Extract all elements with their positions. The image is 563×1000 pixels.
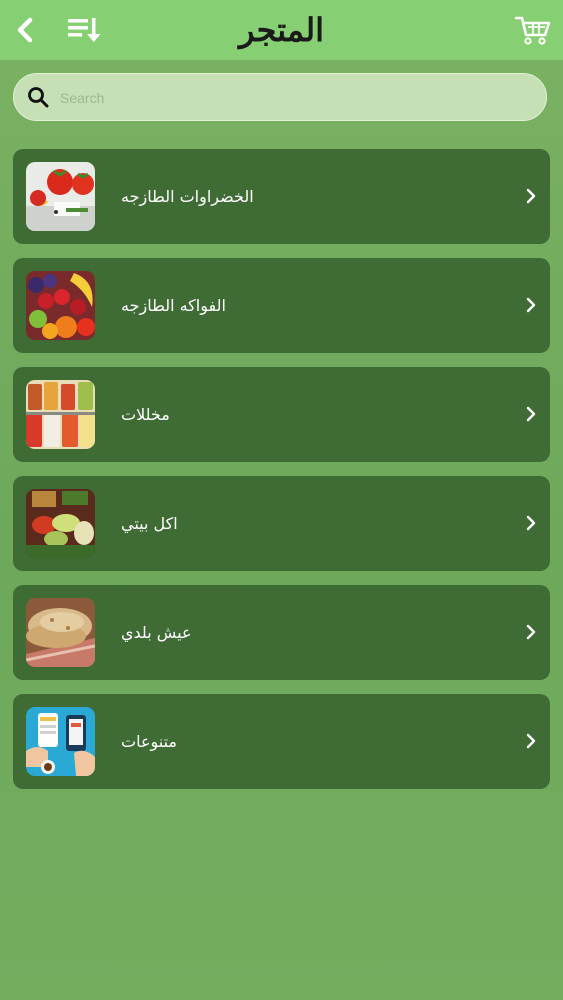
category-label: الفواكه الطازجه xyxy=(121,296,226,315)
category-label: مخللات xyxy=(121,405,170,424)
search-icon xyxy=(28,87,49,108)
category-label: اكل بيتي xyxy=(121,514,178,533)
pickles-jars-image xyxy=(26,380,95,449)
category-label: الخضراوات الطازجه xyxy=(121,187,254,206)
category-item-pickles[interactable]: مخللات xyxy=(13,367,550,462)
category-item-homemade-food[interactable]: اكل بيتي xyxy=(13,476,550,571)
chevron-right-icon xyxy=(526,515,536,531)
category-item-miscellaneous[interactable]: متنوعات xyxy=(13,694,550,789)
chevron-right-icon xyxy=(526,406,536,422)
chevron-right-icon xyxy=(526,188,536,204)
category-item-fresh-vegetables[interactable]: الخضراوات الطازجه xyxy=(13,149,550,244)
chevron-right-icon xyxy=(526,624,536,640)
category-item-fresh-fruits[interactable]: الفواكه الطازجه xyxy=(13,258,550,353)
category-label: عيش بلدي xyxy=(121,623,192,642)
baladi-bread-image xyxy=(26,598,95,667)
category-list: الخضراوات الطازجه الفواكه الطازجه مخللات… xyxy=(13,149,550,803)
miscellaneous-phone-image xyxy=(26,707,95,776)
fresh-vegetables-image xyxy=(26,162,95,231)
homemade-food-image xyxy=(26,489,95,558)
chevron-right-icon xyxy=(526,297,536,313)
chevron-right-icon xyxy=(526,733,536,749)
top-navigation-bar: المتجر xyxy=(0,0,563,60)
search-bar[interactable] xyxy=(13,73,547,121)
shopping-cart-icon xyxy=(514,16,551,45)
search-input[interactable] xyxy=(58,82,532,114)
cart-button[interactable] xyxy=(511,8,555,52)
fresh-fruits-image xyxy=(26,271,95,340)
category-label: متنوعات xyxy=(121,732,177,751)
category-item-baladi-bread[interactable]: عيش بلدي xyxy=(13,585,550,680)
page-title: المتجر xyxy=(238,11,325,49)
